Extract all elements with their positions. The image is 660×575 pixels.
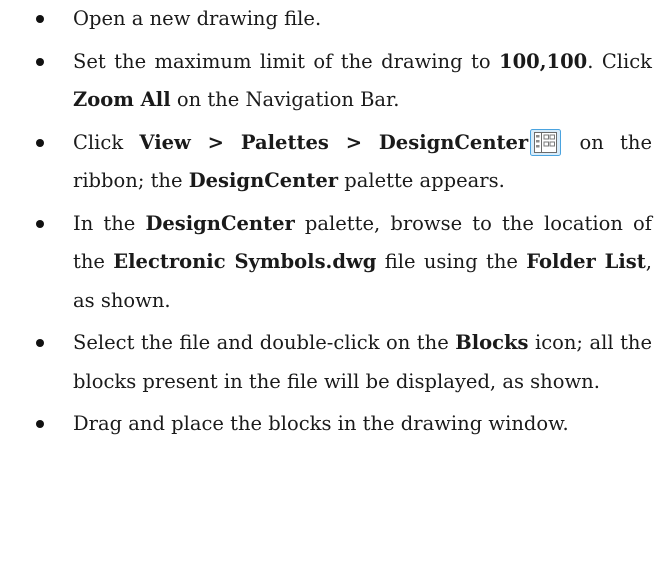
- step-text: on the Navigation Bar.: [170, 88, 400, 111]
- step-open-file: Open a new drawing file.: [36, 0, 652, 39]
- step-select-blocks: Select the file and double-click on the …: [36, 324, 652, 401]
- step-text: Click: [73, 130, 140, 154]
- step-text: Set the maximum limit of the drawing to: [73, 49, 500, 73]
- step-text: Select the file and double-click on the: [73, 331, 456, 354]
- bullet-icon: [36, 219, 44, 228]
- step-emphasis: DesignCenter: [145, 211, 295, 235]
- step-text: In the: [73, 211, 146, 235]
- step-text: Open a new drawing file.: [73, 7, 322, 30]
- step-emphasis: Zoom All: [73, 88, 171, 111]
- bullet-icon: [36, 339, 44, 347]
- step-emphasis: Electronic Symbols.dwg: [113, 250, 377, 273]
- bullet-icon: [36, 420, 44, 428]
- step-emphasis: DesignCenter: [188, 169, 339, 192]
- step-browse-file: In the DesignCenter palette, browse to t…: [36, 205, 652, 321]
- step-emphasis: 100,100: [499, 49, 588, 73]
- step-set-limits: Set the maximum limit of the drawing to …: [36, 43, 652, 120]
- step-text: file using the: [376, 250, 527, 273]
- step-place-blocks: Drag and place the blocks in the drawing…: [36, 405, 652, 444]
- step-text: Drag and place the blocks in the drawing…: [73, 412, 569, 435]
- bullet-icon: [36, 57, 44, 66]
- instruction-page: Open a new drawing file. Set the maximum …: [0, 0, 660, 575]
- step-text: . Click: [587, 49, 652, 73]
- bullet-icon: [36, 138, 44, 147]
- step-text: palette appears.: [338, 169, 505, 192]
- step-emphasis: Folder List: [526, 250, 646, 273]
- step-emphasis: Blocks: [455, 331, 529, 354]
- designcenter-icon: [530, 128, 562, 156]
- bullet-icon: [36, 15, 44, 23]
- step-emphasis: View > Palettes > DesignCenter: [139, 130, 529, 154]
- steps-list: Open a new drawing file. Set the maximum …: [36, 0, 652, 444]
- step-open-designcenter: Click View > Palettes > DesignCenter on …: [36, 124, 652, 201]
